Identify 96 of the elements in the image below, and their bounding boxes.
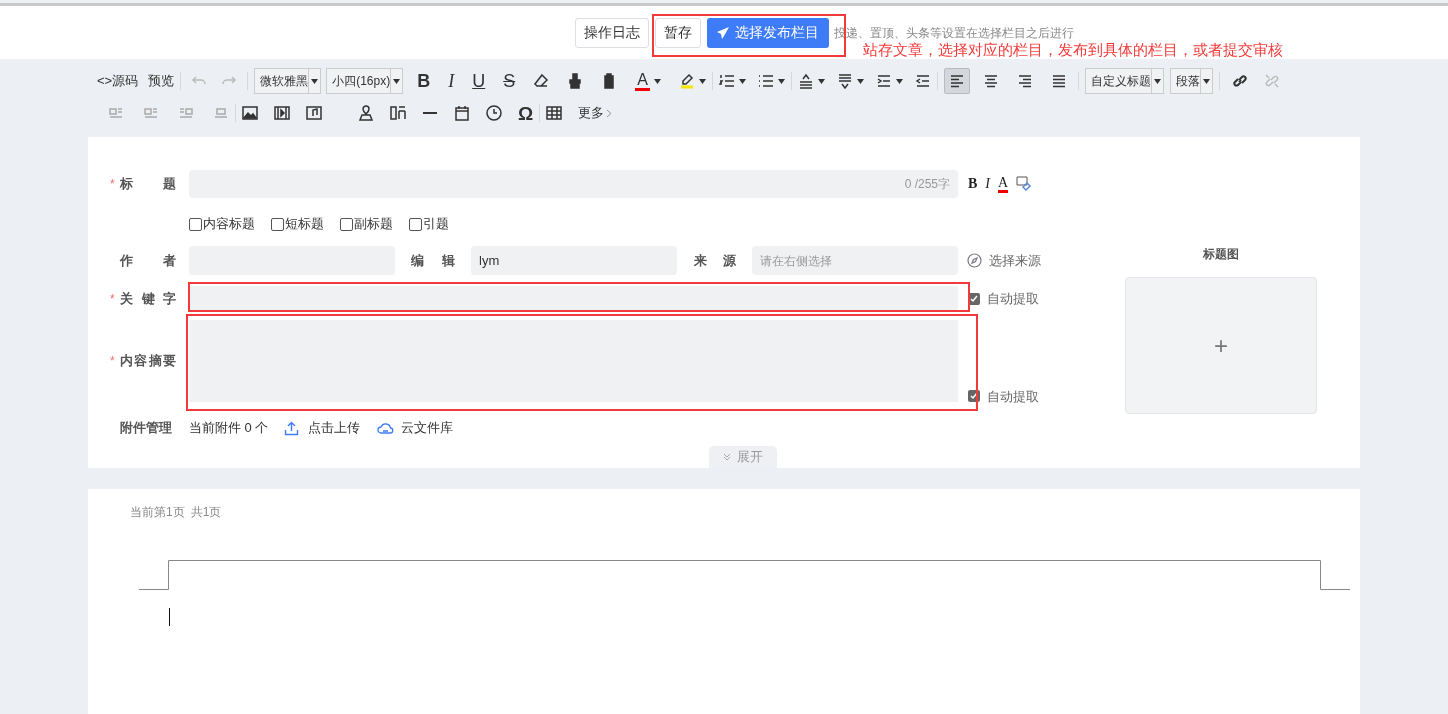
editor-page[interactable]: 当前第1页 共1页 xyxy=(88,489,1360,714)
chevron-right-icon xyxy=(606,108,613,118)
ordered-list-icon[interactable] xyxy=(718,73,735,89)
title-image-label: 标题图 xyxy=(1203,246,1239,263)
align-left-button[interactable] xyxy=(943,68,970,94)
attachment-count: 当前附件 0 个 xyxy=(189,419,269,438)
caret-icon[interactable] xyxy=(653,78,661,84)
eraser-icon[interactable] xyxy=(533,73,550,89)
field-label: 标题 xyxy=(120,175,176,194)
caret-icon[interactable] xyxy=(895,78,903,84)
cloud-icon xyxy=(377,421,395,435)
summary-field[interactable] xyxy=(189,320,958,402)
field-label: 附件管理 xyxy=(120,419,173,438)
checkbox-label: 自动提取 xyxy=(987,387,1039,406)
checkbox[interactable] xyxy=(409,217,422,231)
caret-icon[interactable] xyxy=(311,78,319,84)
bullet-list-icon[interactable] xyxy=(757,73,774,89)
compass-icon xyxy=(967,253,982,268)
publish-button[interactable]: 选择发布栏目 xyxy=(707,17,829,48)
dropdown[interactable]: 段落 xyxy=(1169,68,1213,94)
checkbox[interactable] xyxy=(189,217,202,231)
caret-icon[interactable] xyxy=(738,78,746,84)
checkbox-label: 副标题 xyxy=(354,215,393,234)
source-button[interactable]: <>源码 xyxy=(97,71,139,91)
toolbar-button[interactable]: 操作日志 xyxy=(575,17,649,48)
map-pin-icon[interactable] xyxy=(358,105,374,121)
source-field[interactable]: 请在右侧选择 xyxy=(752,246,958,275)
field-label: 来源 xyxy=(694,251,736,270)
columns-icon[interactable] xyxy=(390,105,406,121)
underline-button[interactable]: U xyxy=(472,72,486,90)
upload-icon xyxy=(284,420,300,436)
required-mark: * xyxy=(110,176,116,193)
caret-icon[interactable] xyxy=(698,78,706,84)
field-label: 编辑 xyxy=(411,251,455,270)
required-mark: * xyxy=(110,291,116,308)
field-label: 作者 xyxy=(120,251,176,270)
double-chevron-down-icon xyxy=(723,453,731,461)
special-character-button[interactable]: Ω xyxy=(518,103,534,123)
caret-icon[interactable] xyxy=(1202,78,1210,84)
align-right-icon xyxy=(1016,73,1033,89)
font-color-button[interactable]: A xyxy=(635,71,650,91)
editor-field[interactable]: lym xyxy=(471,246,677,275)
video-icon[interactable] xyxy=(274,105,290,121)
field-label: 内容摘要 xyxy=(120,352,176,371)
link-icon[interactable] xyxy=(1231,73,1248,89)
strikethrough-button[interactable]: S xyxy=(503,72,516,90)
spell-check-icon[interactable] xyxy=(1016,176,1033,192)
italic-button[interactable]: I xyxy=(448,72,455,90)
table-icon[interactable] xyxy=(546,105,563,121)
italic-button[interactable]: I xyxy=(985,177,990,191)
image-icon[interactable] xyxy=(242,105,258,121)
character-counter: 0 /255字 xyxy=(904,176,950,193)
page-indicator: 当前第1页 xyxy=(130,504,185,521)
dropdown[interactable]: 微软雅黑 xyxy=(254,68,322,94)
format-brush-icon[interactable] xyxy=(567,73,584,89)
upload-link[interactable]: 点击上传 xyxy=(284,418,361,438)
font-color-button[interactable]: A xyxy=(998,175,1009,193)
calendar-icon[interactable] xyxy=(454,105,470,121)
caret-icon[interactable] xyxy=(817,78,825,84)
outdent-icon[interactable] xyxy=(914,73,931,89)
annotation-note: 站存文章，选择对应的栏目，发布到具体的栏目，或者提交审核 xyxy=(863,40,1283,60)
preview-button[interactable]: 预览 xyxy=(148,71,175,91)
line-height-icon[interactable] xyxy=(797,73,814,89)
checkbox[interactable] xyxy=(340,217,353,231)
indent-icon[interactable] xyxy=(875,73,892,89)
paragraph-spacing-icon[interactable] xyxy=(836,73,853,89)
dropdown[interactable]: 自定义标题 xyxy=(1084,68,1164,94)
checkbox-label: 内容标题 xyxy=(203,215,255,234)
checkmark-icon xyxy=(970,295,978,303)
toolbar-button[interactable]: 暂存 xyxy=(655,17,701,48)
field-label: 关键字 xyxy=(120,290,176,309)
paper-plane-icon xyxy=(717,26,729,39)
cloud-library-link[interactable]: 云文件库 xyxy=(377,418,454,438)
caret-icon[interactable] xyxy=(1153,78,1161,84)
caret-icon[interactable] xyxy=(393,78,401,84)
image-upload-box[interactable]: + xyxy=(1125,277,1317,414)
align-left-icon xyxy=(948,73,965,89)
choose-source-link[interactable]: 选择来源 xyxy=(967,250,1041,271)
caret-icon[interactable] xyxy=(856,78,864,84)
caret-icon[interactable] xyxy=(777,78,785,84)
text-cursor xyxy=(169,608,170,626)
checkbox-label: 短标题 xyxy=(285,215,324,234)
more-button[interactable]: 更多 xyxy=(578,103,613,123)
checkmark-icon xyxy=(970,392,978,401)
checkbox[interactable] xyxy=(271,217,284,231)
checkbox-label: 自动提取 xyxy=(987,290,1039,309)
clock-icon[interactable] xyxy=(486,105,502,121)
bold-button[interactable]: B xyxy=(968,177,978,191)
page-total: 共1页 xyxy=(190,504,222,521)
dropdown[interactable]: 小四(16px) xyxy=(326,68,404,94)
required-mark: * xyxy=(110,353,116,370)
justify-icon xyxy=(1050,73,1067,89)
bold-button[interactable]: B xyxy=(417,72,431,90)
highlighter-icon[interactable] xyxy=(678,73,695,89)
checkbox-label: 引题 xyxy=(423,215,449,234)
align-center-icon xyxy=(982,73,999,89)
